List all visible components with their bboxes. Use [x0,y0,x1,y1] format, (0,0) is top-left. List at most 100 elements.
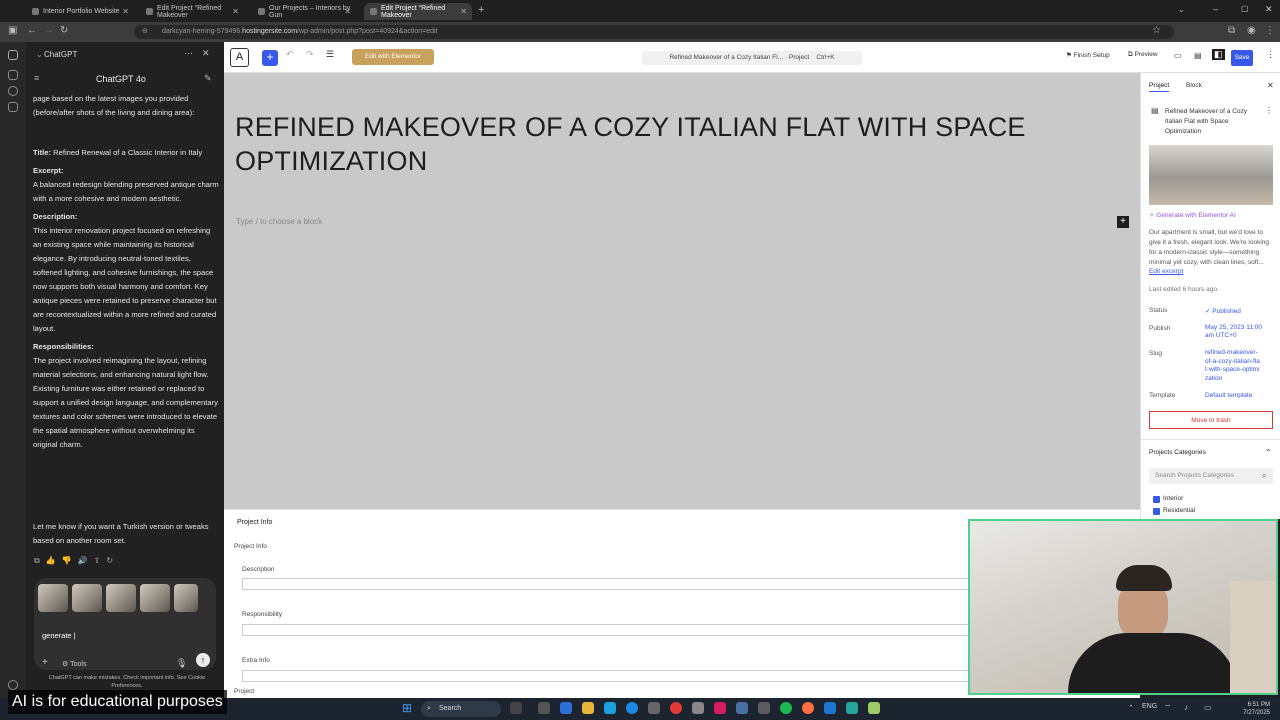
browser-tab[interactable]: Our Projects – Interiors by Gun ✕ [252,3,356,20]
document-title-bar[interactable]: Refined Makeover of a Cozy Italian Fl...… [642,51,862,65]
close-window-icon[interactable]: ✕ [1265,4,1273,15]
extensions-icon[interactable]: ⧉ [1228,25,1235,36]
block-inserter-icon[interactable]: + [1117,216,1129,228]
sidebar-menu-icon[interactable]: ≡ [34,71,39,85]
attachment-thumbnail[interactable] [140,584,170,612]
app-icon[interactable] [538,702,550,714]
finish-setup-button[interactable]: ⚑ Finish Setup [1066,51,1110,59]
firefox-icon[interactable] [802,702,814,714]
device-preview-icon[interactable]: ▭ [1174,51,1182,60]
page-icon[interactable]: ▤ [1194,51,1202,60]
app-icon[interactable] [560,702,572,714]
slug-value[interactable]: refined-makeover-of-a-cozy-italian-flat-… [1205,349,1261,383]
windows-start-icon[interactable]: ⊞ [402,701,412,715]
list-view-icon[interactable]: ☰ [326,49,334,60]
browser-tab[interactable]: Edit Project “Refined Makeover ✕ [140,3,244,20]
featured-image[interactable] [1149,145,1273,205]
settings-panel-toggle-icon[interactable]: ◧ [1212,49,1225,60]
volume-icon[interactable]: ♪ [1184,703,1188,712]
model-selector[interactable]: ChatGPT 4o [96,72,146,86]
browser-tab[interactable]: Interior Portfolio Website ✕ [26,3,134,20]
app-icon[interactable] [758,702,770,714]
battery-icon[interactable]: ▭ [1204,703,1212,712]
edit-excerpt-link[interactable]: Edit excerpt [1149,268,1183,275]
chevron-down-icon[interactable]: ⌄ [36,48,43,62]
close-icon[interactable]: ✕ [122,7,129,16]
edit-with-elementor-button[interactable]: Edit with Elementor [352,49,434,65]
send-button[interactable]: ↑ [196,653,210,667]
attachment-thumbnail[interactable] [72,584,102,612]
refresh-icon[interactable]: ↻ [60,25,68,36]
favorites-icon[interactable] [8,102,18,112]
checkbox-checked[interactable] [1153,496,1160,503]
tab-project[interactable]: Project [1149,82,1170,92]
categories-search-input[interactable]: Search Projects Categories [1149,468,1273,484]
chevron-up-icon[interactable]: ⌃ [1265,448,1272,457]
close-icon[interactable]: ✕ [202,46,210,60]
minimize-icon[interactable]: – [1213,4,1218,14]
speaker-icon[interactable]: 🔊 [78,556,94,565]
app-icon[interactable] [648,702,660,714]
new-chat-icon[interactable]: ✎ [204,71,212,85]
tray-chevron-icon[interactable]: ⌃ [1128,704,1134,712]
collections-icon[interactable] [8,70,18,80]
back-icon[interactable]: ← [27,25,37,36]
undo-icon[interactable]: ↶ [286,49,294,60]
chat-input[interactable] [42,628,202,642]
wifi-icon[interactable]: ⌔ [1164,703,1172,713]
app-icon[interactable] [714,702,726,714]
tab-block[interactable]: Block [1186,82,1202,89]
description-field[interactable] [242,578,982,590]
attachment-thumbnail[interactable] [38,584,68,612]
attachment-thumbnail[interactable] [106,584,136,612]
chrome-icon[interactable] [670,702,682,714]
options-menu-icon[interactable]: ⋮ [1266,49,1275,60]
app-icon[interactable] [692,702,704,714]
maximize-icon[interactable]: ▢ [1241,4,1249,13]
vscode-icon[interactable] [824,702,836,714]
close-icon[interactable]: ✕ [460,7,467,16]
close-icon[interactable]: ✕ [232,7,239,16]
browser-tab-active[interactable]: Edit Project “Refined Makeover ✕ [364,3,472,20]
settings-gear-icon[interactable] [8,680,18,690]
close-icon[interactable]: ✕ [1267,81,1274,90]
profile-icon[interactable]: ◉ [1247,25,1256,36]
add-attachment-icon[interactable]: + [42,656,48,670]
taskbar-search[interactable]: ⌕ Search [421,701,501,717]
chatgpt-icon[interactable] [8,50,18,60]
responsibility-field[interactable] [242,624,982,636]
bookmark-star-icon[interactable]: ☆ [1152,25,1161,36]
app-icon[interactable] [510,702,522,714]
copy-icon[interactable]: ⧉ [34,556,46,565]
app-icon[interactable] [604,702,616,714]
microphone-icon[interactable]: 🎙 [176,656,187,670]
edge-icon[interactable] [626,702,638,714]
categories-panel-title[interactable]: Projects Categories [1149,449,1206,456]
menu-icon[interactable]: ⋮ [1265,25,1275,36]
system-clock[interactable]: 6:51 PM 7/27/2025 [1236,701,1270,717]
more-options-icon[interactable]: ⋯ [184,46,193,60]
thumbs-up-icon[interactable]: 👍 [46,556,62,565]
forward-icon[interactable]: → [44,25,54,36]
move-to-trash-button[interactable]: Move to trash [1149,411,1273,429]
site-info-icon[interactable]: ⊝ [142,25,148,39]
new-tab-icon[interactable]: + [478,4,484,16]
spotify-icon[interactable] [780,702,792,714]
generate-with-ai-link[interactable]: ✧ Generate with Elementor AI [1149,211,1236,219]
status-value[interactable]: ✓ Published [1205,307,1241,315]
publish-date[interactable]: May 25, 2023 11:00 am UTC+0 [1205,324,1265,340]
site-logo-icon[interactable]: A [230,48,249,67]
folder-icon[interactable] [582,702,594,714]
sidebar-toggle-icon[interactable]: ▣ [8,25,17,36]
close-icon[interactable]: ✕ [344,7,351,16]
tools-button[interactable]: ⚙ Tools [62,658,86,672]
extra-info-field[interactable] [242,670,982,682]
app-icon[interactable] [846,702,858,714]
block-placeholder[interactable]: Type / to choose a block [236,217,322,226]
preview-button[interactable]: ⧉ Preview [1128,51,1158,59]
category-residential[interactable]: Residential [1163,507,1195,514]
more-options-icon[interactable]: ⋮ [1265,106,1273,115]
save-button[interactable]: Save [1231,50,1253,66]
share-icon[interactable]: ⇪ [94,556,107,565]
thumbs-down-icon[interactable]: 👎 [62,556,78,565]
